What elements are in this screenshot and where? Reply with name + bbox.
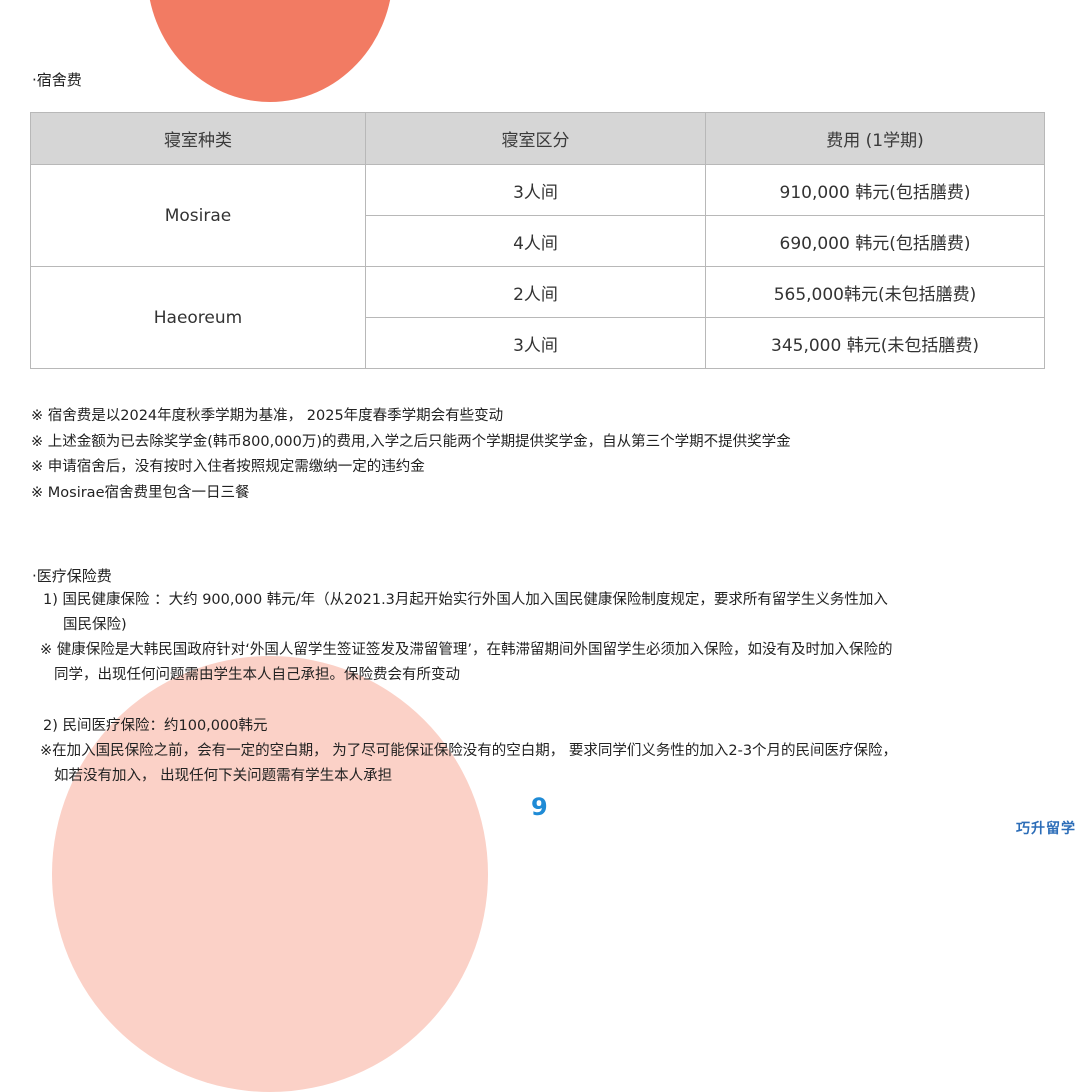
note-line: ※ 申请宿舍后，没有按时入住者按照规定需缴纳一定的违约金 bbox=[31, 459, 425, 475]
national-insurance-note: ※ 健康保险是大韩民国政府针对‘外国人留学生签证签发及滞留管理’，在韩滞留期间外… bbox=[40, 638, 1040, 688]
room-type: 2人间 bbox=[365, 266, 706, 318]
table-row: Haeoreum 2人间 565,000韩元(未包括膳费) bbox=[30, 266, 1045, 369]
medical-insurance-title: ·医疗保险费 bbox=[32, 567, 112, 585]
national-insurance-line1: 1) 国民健康保险 ：大约 900,000 韩元/年（从2021.3月起开始实行… bbox=[43, 592, 888, 608]
watermark-logo-text: 巧升留学 bbox=[1016, 821, 1076, 837]
room-type: 4人间 bbox=[365, 215, 706, 267]
room-fee: 345,000 韩元(未包括膳费) bbox=[705, 317, 1045, 369]
dorm-fee-title: ·宿舍费 bbox=[32, 71, 82, 89]
table-row: Mosirae 3人间 910,000 韩元(包括膳费) bbox=[30, 164, 1045, 267]
header-room-division: 寝室区分 bbox=[365, 112, 706, 165]
private-insurance-note-line1: ※在加入国民保险之前，会有一定的空白期， 为了尽可能保证保险没有的空白期， 要求… bbox=[40, 743, 898, 759]
dorm-name-haeoreum: Haeoreum bbox=[30, 266, 366, 369]
room-fee: 910,000 韩元(包括膳费) bbox=[705, 164, 1045, 216]
private-insurance-note-line2: 如若没有加入， 出现任何下关问题需有学生本人承担 bbox=[54, 768, 393, 784]
private-insurance-note: ※在加入国民保险之前，会有一定的空白期， 为了尽可能保证保险没有的空白期， 要求… bbox=[40, 739, 1040, 789]
room-fee: 565,000韩元(未包括膳费) bbox=[705, 266, 1045, 318]
note-line: ※ 上述金额为已去除奖学金(韩币800,000万)的费用,入学之后只能两个学期提… bbox=[31, 433, 791, 450]
national-insurance-note-line2: 同学，出现任何问题需由学生本人自己承担。保险费会有所变动 bbox=[54, 667, 460, 683]
national-insurance-item: 1) 国民健康保险 ：大约 900,000 韩元/年（从2021.3月起开始实行… bbox=[43, 588, 1023, 638]
header-room-category: 寝室种类 bbox=[30, 112, 366, 165]
table-header-row: 寝室种类 寝室区分 费用 (1学期) bbox=[30, 112, 1045, 165]
national-insurance-note-line1: ※ 健康保险是大韩民国政府针对‘外国人留学生签证签发及滞留管理’，在韩滞留期间外… bbox=[40, 642, 893, 658]
room-type: 3人间 bbox=[365, 317, 706, 369]
room-type: 3人间 bbox=[365, 164, 706, 216]
national-insurance-line2: 国民保险) bbox=[63, 617, 127, 633]
private-insurance-item: 2) 民间医疗保险：约100,000韩元 bbox=[43, 718, 268, 734]
page-number: 9 bbox=[531, 793, 548, 821]
room-fee: 690,000 韩元(包括膳费) bbox=[705, 215, 1045, 267]
dorm-fee-notes: ※ 宿舍费是以2024年度秋季学期为基准， 2025年度春季学期会有些变动 ※ … bbox=[31, 404, 791, 506]
decorative-circle-top bbox=[147, 0, 393, 102]
header-fee: 费用 (1学期) bbox=[705, 112, 1045, 165]
note-line: ※ 宿舍费是以2024年度秋季学期为基准， 2025年度春季学期会有些变动 bbox=[31, 408, 504, 424]
dorm-name-mosirae: Mosirae bbox=[30, 164, 366, 267]
dorm-fee-table: 寝室种类 寝室区分 费用 (1学期) Mosirae 3人间 910,000 韩… bbox=[30, 112, 1045, 369]
note-line: ※ Mosirae宿舍费里包含一日三餐 bbox=[31, 484, 250, 501]
